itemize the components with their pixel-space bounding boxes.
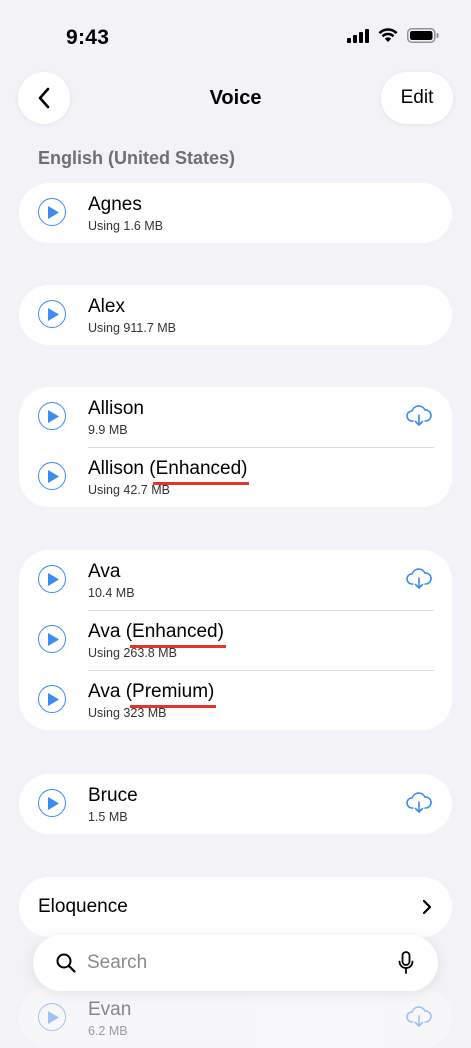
play-icon[interactable] bbox=[38, 1003, 66, 1031]
voice-size: 10.4 MB bbox=[88, 586, 135, 600]
voice-name: Allison bbox=[88, 398, 144, 419]
voice-size: Using 323 MB bbox=[88, 706, 167, 720]
voice-row-allison-enhanced[interactable]: Allison (Enhanced) Using 42.7 MB bbox=[19, 447, 452, 507]
voice-qualifier: (Enhanced) bbox=[125, 621, 227, 648]
voice-card-bruce: Bruce 1.5 MB bbox=[19, 774, 452, 834]
eloquence-row[interactable]: Eloquence bbox=[19, 877, 452, 937]
voice-row-allison[interactable]: Allison 9.9 MB bbox=[19, 387, 452, 447]
section-header: English (United States) bbox=[38, 148, 236, 168]
voice-card-evan: Evan 6.2 MB bbox=[19, 988, 452, 1048]
play-icon[interactable] bbox=[38, 789, 66, 817]
voice-row-ava-premium[interactable]: Ava (Premium) Using 323 MB bbox=[19, 670, 452, 730]
cloud-download-icon[interactable] bbox=[406, 792, 432, 814]
status-icons bbox=[347, 28, 439, 43]
voice-card-agnes: Agnes Using 1.6 MB bbox=[19, 183, 452, 243]
voice-name: Ava (Enhanced) bbox=[88, 621, 227, 648]
voice-name: Ava (Premium) bbox=[88, 681, 217, 708]
search-icon bbox=[56, 953, 76, 973]
voice-name: Allison (Enhanced) bbox=[88, 458, 250, 485]
voice-row-evan[interactable]: Evan 6.2 MB bbox=[19, 988, 452, 1048]
play-icon[interactable] bbox=[38, 462, 66, 490]
play-icon[interactable] bbox=[38, 625, 66, 653]
voice-qualifier: (Enhanced) bbox=[149, 458, 250, 485]
microphone-icon[interactable] bbox=[398, 951, 414, 975]
voice-name: Alex bbox=[88, 296, 125, 317]
play-icon[interactable] bbox=[38, 565, 66, 593]
battery-icon bbox=[407, 28, 439, 43]
voice-card-allison: Allison 9.9 MB Allison (Enhanced) Using … bbox=[19, 387, 452, 507]
voice-name: Bruce bbox=[88, 785, 138, 806]
voice-row-ava[interactable]: Ava 10.4 MB bbox=[19, 550, 452, 610]
chevron-right-icon bbox=[422, 899, 432, 915]
play-icon[interactable] bbox=[38, 300, 66, 328]
play-icon[interactable] bbox=[38, 198, 66, 226]
cloud-download-icon[interactable] bbox=[406, 568, 432, 590]
search-bar bbox=[33, 935, 438, 991]
voice-qualifier: (Premium) bbox=[125, 681, 217, 708]
voice-row-alex[interactable]: Alex Using 911.7 MB bbox=[19, 285, 452, 345]
eloquence-label: Eloquence bbox=[38, 896, 128, 917]
voice-size: 1.5 MB bbox=[88, 810, 128, 824]
voice-card-alex: Alex Using 911.7 MB bbox=[19, 285, 452, 345]
voice-row-bruce[interactable]: Bruce 1.5 MB bbox=[19, 774, 452, 834]
voice-size: Using 263.8 MB bbox=[88, 646, 177, 660]
voice-size: Using 1.6 MB bbox=[88, 219, 164, 233]
status-time: 9:43 bbox=[66, 26, 110, 49]
status-bar: 9:43 bbox=[0, 0, 471, 70]
play-icon[interactable] bbox=[38, 685, 66, 713]
eloquence-card: Eloquence bbox=[19, 877, 452, 937]
voice-size: Using 911.7 MB bbox=[88, 321, 177, 335]
edit-button[interactable]: Edit bbox=[381, 72, 453, 124]
voice-size: 6.2 MB bbox=[88, 1024, 128, 1038]
voice-name: Ava bbox=[88, 561, 121, 582]
cellular-signal-icon bbox=[347, 28, 369, 43]
cloud-download-icon[interactable] bbox=[406, 405, 432, 427]
voice-row-agnes[interactable]: Agnes Using 1.6 MB bbox=[19, 183, 452, 243]
search-input[interactable] bbox=[87, 949, 377, 977]
wifi-icon bbox=[378, 28, 398, 42]
voice-name: Evan bbox=[88, 999, 132, 1020]
voice-card-ava: Ava 10.4 MB Ava (Enhanced) Using 263.8 M… bbox=[19, 550, 452, 730]
voice-row-ava-enhanced[interactable]: Ava (Enhanced) Using 263.8 MB bbox=[19, 610, 452, 670]
voice-size: Using 42.7 MB bbox=[88, 483, 170, 497]
play-icon[interactable] bbox=[38, 402, 66, 430]
voice-size: 9.9 MB bbox=[88, 423, 128, 437]
voice-name: Agnes bbox=[88, 194, 142, 215]
cloud-download-icon[interactable] bbox=[406, 1006, 432, 1028]
